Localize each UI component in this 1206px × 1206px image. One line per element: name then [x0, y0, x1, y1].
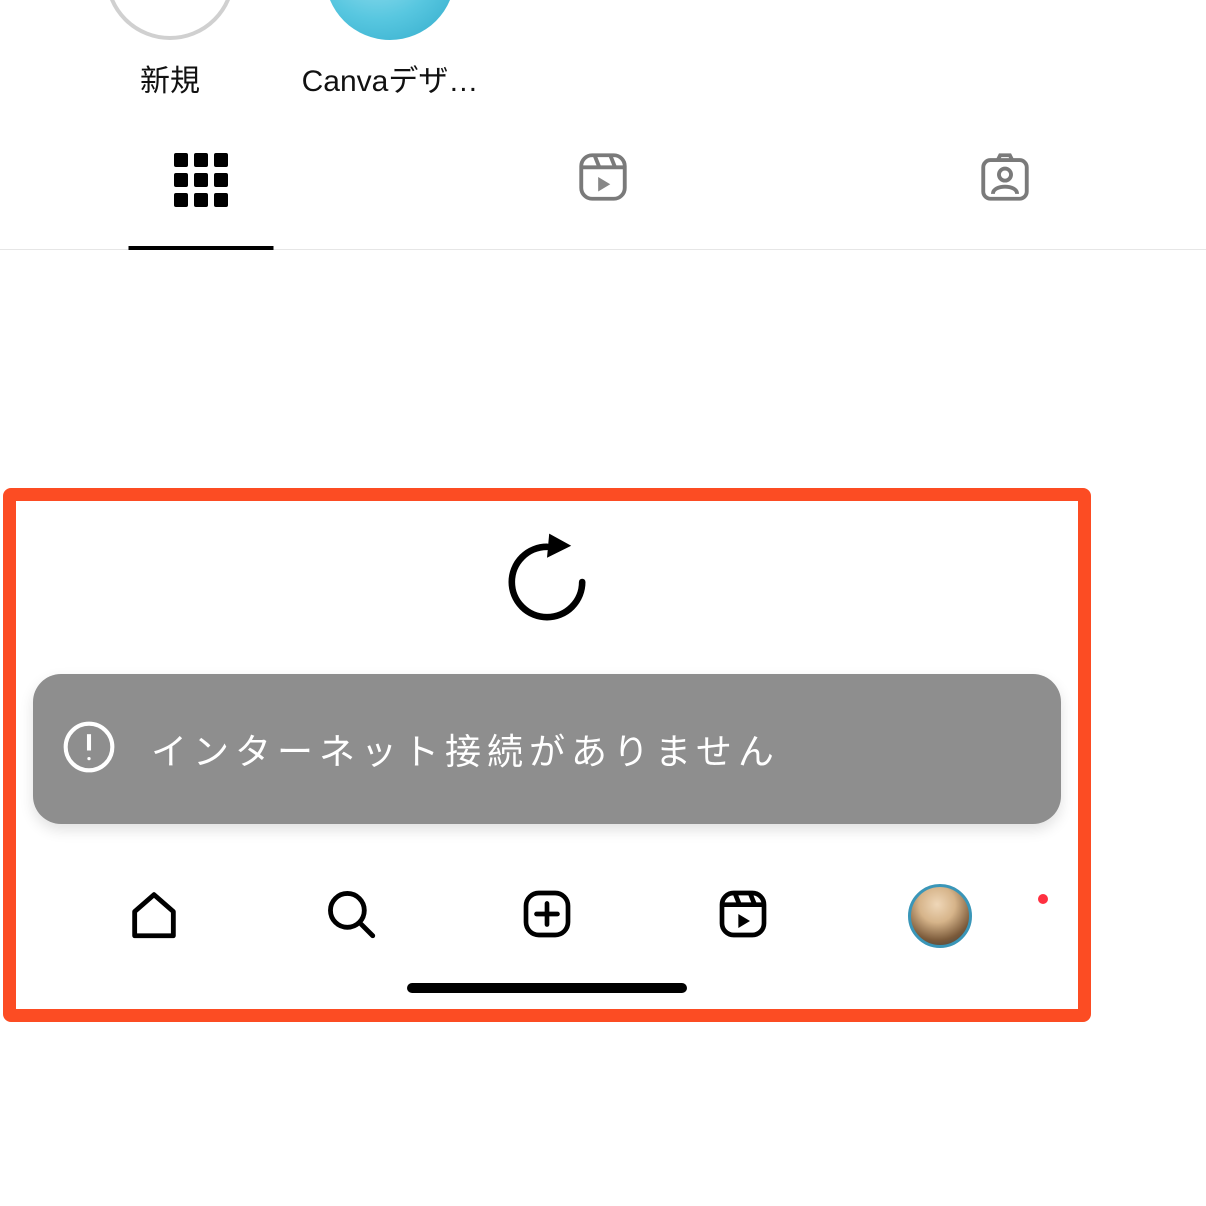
search-icon	[322, 885, 380, 948]
tab-tagged[interactable]	[804, 110, 1206, 249]
nav-search[interactable]	[311, 876, 391, 956]
reels-nav-icon	[715, 886, 771, 947]
story-circle-new	[105, 0, 235, 40]
toast-message: インターネット接続がありません	[151, 723, 780, 775]
nav-create[interactable]	[507, 876, 587, 956]
home-indicator	[407, 983, 687, 993]
refresh-wrap	[16, 501, 1078, 642]
grid-icon	[174, 153, 228, 207]
nav-reels[interactable]	[703, 876, 783, 956]
reels-icon	[574, 148, 632, 211]
profile-tabs	[0, 110, 1206, 250]
tab-grid[interactable]	[0, 110, 402, 249]
warning-icon	[61, 719, 117, 780]
stories-row: 新規 Canvaデザ…	[0, 0, 1206, 100]
story-canva[interactable]: Canvaデザ…	[305, 0, 475, 100]
tagged-icon	[976, 148, 1034, 211]
annotation-highlight-box: インターネット接続がありません	[3, 488, 1091, 1022]
refresh-icon[interactable]	[492, 527, 602, 642]
content-area	[0, 250, 1206, 480]
tab-reels[interactable]	[402, 110, 804, 249]
nav-home[interactable]	[114, 876, 194, 956]
nav-profile[interactable]	[900, 876, 980, 956]
story-circle-canva	[325, 0, 455, 40]
story-new[interactable]: 新規	[85, 0, 255, 100]
home-icon	[125, 885, 183, 948]
notification-dot	[1038, 894, 1048, 904]
profile-avatar	[908, 884, 972, 948]
story-label: Canvaデザ…	[302, 56, 479, 100]
offline-toast: インターネット接続がありません	[33, 674, 1061, 824]
plus-icon	[519, 886, 575, 947]
story-label: 新規	[140, 56, 200, 100]
